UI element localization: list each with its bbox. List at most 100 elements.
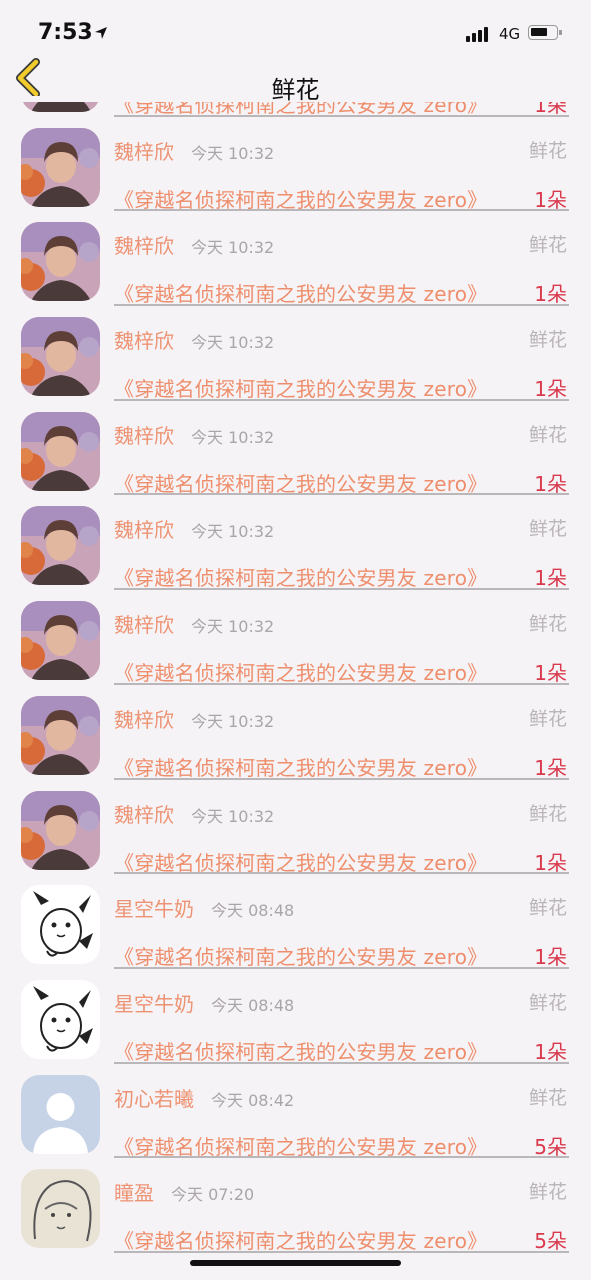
user-name[interactable]: 魏梓欣 <box>114 514 174 543</box>
list-item[interactable]: 魏梓欣 今天 10:32 鲜花《穿越名侦探柯南之我的公安男友 zero》 1朵 <box>0 119 591 214</box>
user-name[interactable]: 魏梓欣 <box>114 704 174 733</box>
gift-count: 1朵 <box>534 945 567 970</box>
gift-count: 1朵 <box>534 755 567 780</box>
book-title-link[interactable]: 《穿越名侦探柯南之我的公安男友 zero》 <box>114 468 487 497</box>
avatar[interactable] <box>21 1169 100 1249</box>
gift-count: 1朵 <box>534 282 567 307</box>
row-divider <box>114 777 569 780</box>
timestamp: 今天 10:32 <box>191 522 275 542</box>
list-item[interactable]: 初心若曦 今天 08:42 鲜花《穿越名侦探柯南之我的公安男友 zero》 5朵 <box>0 1066 591 1161</box>
timestamp: 今天 07:20 <box>171 1185 255 1205</box>
book-title-link[interactable]: 《穿越名侦探柯南之我的公安男友 zero》 <box>114 752 487 781</box>
user-name[interactable]: 魏梓欣 <box>114 136 174 165</box>
avatar[interactable] <box>21 790 100 870</box>
timestamp: 今天 10:32 <box>191 617 275 637</box>
row-divider <box>114 966 569 969</box>
timestamp: 今天 10:32 <box>191 711 275 731</box>
book-title-link[interactable]: 《穿越名侦探柯南之我的公安男友 zero》 <box>114 562 487 591</box>
avatar[interactable] <box>21 885 100 965</box>
gift-count: 1朵 <box>534 1039 567 1064</box>
gift-type-label: 鲜花 <box>528 1086 567 1109</box>
gift-type-label: 鲜花 <box>528 613 567 636</box>
network-type: 4G <box>499 25 521 43</box>
avatar[interactable] <box>21 317 100 397</box>
location-arrow-icon <box>94 25 108 44</box>
book-title-link[interactable]: 《穿越名侦探柯南之我的公安男友 zero》 <box>114 941 487 970</box>
row-divider <box>114 114 569 117</box>
flower-gift-list[interactable]: 《穿越名侦探柯南之我的公安男友 zero》 1朵 魏梓欣 今天 10:32 鲜花 《穿越… <box>0 102 591 1280</box>
row-divider <box>114 872 569 875</box>
book-title-link[interactable]: 《穿越名侦探柯南之我的公安男友 zero》 <box>114 1225 487 1254</box>
avatar[interactable] <box>21 506 100 586</box>
book-title-link[interactable]: 《穿越名侦探柯南之我的公安男友 zero》 <box>114 184 487 213</box>
avatar[interactable] <box>21 127 100 207</box>
gift-type-label: 鲜花 <box>528 423 567 446</box>
battery-icon <box>528 25 562 40</box>
row-divider <box>114 682 569 685</box>
gift-count: 1朵 <box>534 377 567 402</box>
row-divider <box>114 209 569 212</box>
user-name[interactable]: 星空牛奶 <box>114 893 194 922</box>
user-name[interactable]: 瞳盈 <box>114 1177 154 1206</box>
book-title-link[interactable]: 《穿越名侦探柯南之我的公安男友 zero》 <box>114 278 487 307</box>
row-divider <box>114 1061 569 1064</box>
list-item[interactable]: 魏梓欣 今天 10:32 鲜花 《穿越名侦探柯南之我的公安男友 zero》 1朵 <box>0 592 591 687</box>
user-name[interactable]: 星空牛奶 <box>114 988 194 1017</box>
book-title-link[interactable]: 《穿越名侦探柯南之我的公安男友 zero》 <box>114 1131 487 1160</box>
timestamp: 今天 08:48 <box>211 901 295 921</box>
list-item[interactable]: 魏梓欣 今天 10:32 鲜花《穿越名侦探柯南之我的公安男友 zero》 1朵 <box>0 497 591 592</box>
row-divider <box>114 1156 569 1159</box>
gift-type-label: 鲜花 <box>528 897 567 920</box>
avatar[interactable] <box>21 979 100 1059</box>
nav-bar: 鲜花 <box>0 50 591 104</box>
cellular-signal-icon <box>466 26 488 42</box>
user-name[interactable]: 魏梓欣 <box>114 609 174 638</box>
list-item[interactable]: 魏梓欣 今天 10:32 鲜花 《穿越名侦探柯南之我的公安男友 zero》 1朵 <box>0 403 591 498</box>
list-item[interactable]: 魏梓欣 今天 10:32 鲜花《穿越名侦探柯南之我的公安男友 zero》 1朵 <box>0 213 591 308</box>
gift-type-label: 鲜花 <box>528 1181 567 1204</box>
list-item[interactable]: 星空牛奶 今天 08:48 鲜花《穿越名侦探柯南之我的公安男友 zero》 1朵 <box>0 876 591 971</box>
status-bar: 7:53 4G <box>0 0 591 50</box>
timestamp: 今天 10:32 <box>191 143 275 163</box>
status-time: 7:53 <box>38 20 93 45</box>
timestamp: 今天 10:32 <box>191 806 275 826</box>
timestamp: 今天 08:48 <box>211 995 295 1015</box>
avatar[interactable] <box>21 222 100 302</box>
avatar[interactable] <box>21 411 100 491</box>
timestamp: 今天 10:32 <box>191 333 275 353</box>
list-item[interactable]: 瞳盈 今天 07:20 鲜花《穿越名侦探柯南之我的公安男友 zero》 5朵 <box>0 1160 591 1255</box>
gift-count: 1朵 <box>534 850 567 875</box>
book-title-link[interactable]: 《穿越名侦探柯南之我的公安男友 zero》 <box>114 373 487 402</box>
user-name[interactable]: 初心若曦 <box>114 1083 194 1112</box>
list-item[interactable]: 魏梓欣 今天 10:32 鲜花《穿越名侦探柯南之我的公安男友 zero》 1朵 <box>0 687 591 782</box>
row-divider <box>114 493 569 496</box>
gift-count: 1朵 <box>534 187 567 212</box>
list-item[interactable]: 魏梓欣 今天 10:32 鲜花 《穿越名侦探柯南之我的公安男友 zero》 1朵 <box>0 782 591 877</box>
gift-type-label: 鲜花 <box>528 139 567 162</box>
gift-type-label: 鲜花 <box>528 707 567 730</box>
gift-count: 5朵 <box>534 1134 567 1159</box>
user-name[interactable]: 魏梓欣 <box>114 325 174 354</box>
gift-type-label: 鲜花 <box>528 518 567 541</box>
user-name[interactable]: 魏梓欣 <box>114 799 174 828</box>
timestamp: 今天 10:32 <box>191 238 275 258</box>
list-item[interactable]: 星空牛奶 今天 08:48 鲜花《穿越名侦探柯南之我的公安男友 zero》 1朵 <box>0 971 591 1066</box>
row-divider <box>114 1250 569 1253</box>
gift-count: 5朵 <box>534 1229 567 1254</box>
gift-count: 1朵 <box>534 566 567 591</box>
gift-type-label: 鲜花 <box>528 234 567 257</box>
user-name[interactable]: 魏梓欣 <box>114 230 174 259</box>
list-item[interactable]: 魏梓欣 今天 10:32 鲜花《穿越名侦探柯南之我的公安男友 zero》 1朵 <box>0 308 591 403</box>
book-title-link[interactable]: 《穿越名侦探柯南之我的公安男友 zero》 <box>114 657 487 686</box>
timestamp: 今天 10:32 <box>191 427 275 447</box>
avatar[interactable] <box>21 695 100 775</box>
gift-type-label: 鲜花 <box>528 991 567 1014</box>
book-title-link[interactable]: 《穿越名侦探柯南之我的公安男友 zero》 <box>114 1036 487 1065</box>
gift-type-label: 鲜花 <box>528 329 567 352</box>
home-indicator <box>190 1260 401 1266</box>
avatar[interactable] <box>21 601 100 681</box>
book-title-link[interactable]: 《穿越名侦探柯南之我的公安男友 zero》 <box>114 847 487 876</box>
avatar[interactable] <box>21 1074 100 1154</box>
user-name[interactable]: 魏梓欣 <box>114 420 174 449</box>
timestamp: 今天 08:42 <box>211 1090 295 1110</box>
